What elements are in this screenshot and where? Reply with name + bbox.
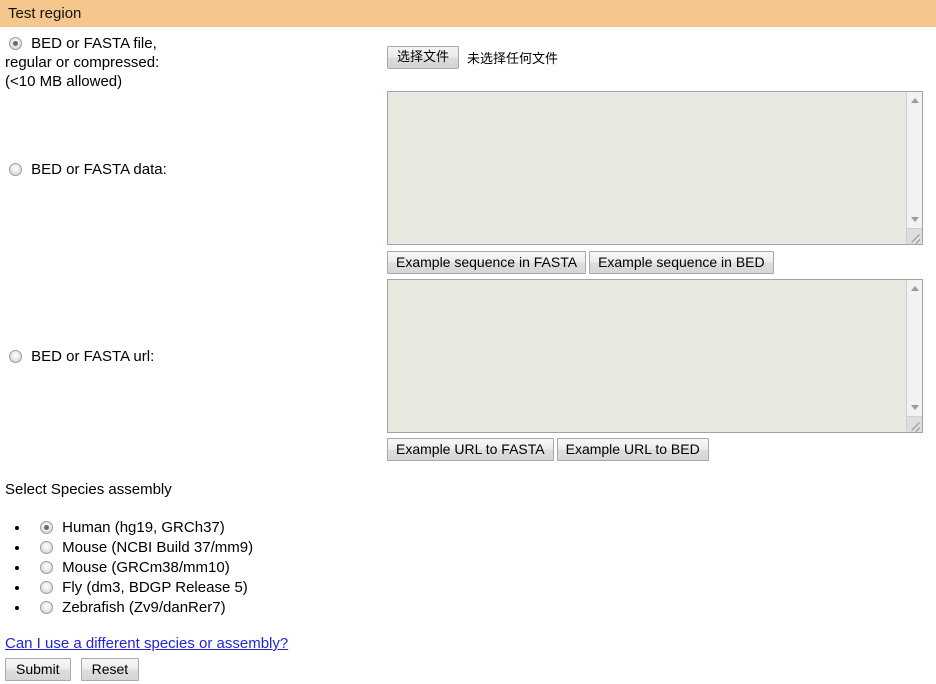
radio-input-mouse-mm9[interactable] <box>40 541 53 554</box>
option-file-label-line-2: regular or compressed: <box>5 54 160 71</box>
species-label-fly: Fly (dm3, BDGP Release 5) <box>62 579 248 596</box>
option-url-label-group: BED or FASTA url: <box>5 347 375 366</box>
list-item[interactable]: Human (hg19, GRCh37) <box>30 518 253 538</box>
option-file-label-line-3: (<10 MB allowed) <box>5 73 123 90</box>
file-upload-row: 选择文件 未选择任何文件 <box>387 46 558 69</box>
radio-input-file[interactable] <box>9 37 22 50</box>
url-example-buttons: Example URL to FASTA Example URL to BED <box>387 438 712 461</box>
radio-input-fly[interactable] <box>40 581 53 594</box>
species-option-zebrafish[interactable]: Zebrafish (Zv9/danRer7) <box>36 599 226 616</box>
data-textarea-scrollbar[interactable] <box>906 92 922 228</box>
different-species-help-link[interactable]: Can I use a different species or assembl… <box>5 635 288 652</box>
option-file-label-line-1: BED or FASTA file, <box>31 35 157 52</box>
species-label-zebrafish: Zebrafish (Zv9/danRer7) <box>62 599 226 616</box>
species-option-fly[interactable]: Fly (dm3, BDGP Release 5) <box>36 579 248 596</box>
radio-option-data[interactable]: BED or FASTA data: <box>5 161 167 178</box>
example-sequence-bed-button[interactable]: Example sequence in BED <box>589 251 774 274</box>
option-url-label: BED or FASTA url: <box>31 348 155 365</box>
example-sequence-fasta-button[interactable]: Example sequence in FASTA <box>387 251 587 274</box>
choose-file-button[interactable]: 选择文件 <box>387 46 460 69</box>
list-item[interactable]: Mouse (NCBI Build 37/mm9) <box>30 538 253 558</box>
species-label-mouse-mm10: Mouse (GRCm38/mm10) <box>62 559 230 576</box>
option-data-label: BED or FASTA data: <box>31 161 167 178</box>
species-option-mouse-mm10[interactable]: Mouse (GRCm38/mm10) <box>36 559 230 576</box>
file-status-text: 未选择任何文件 <box>467 51 559 66</box>
species-label-human: Human (hg19, GRCh37) <box>62 519 225 536</box>
radio-input-mouse-mm10[interactable] <box>40 561 53 574</box>
radio-option-url[interactable]: BED or FASTA url: <box>5 348 154 365</box>
submit-button[interactable]: Submit <box>5 658 71 681</box>
example-url-bed-button[interactable]: Example URL to BED <box>556 438 709 461</box>
page-title: Test region <box>8 5 82 22</box>
option-data-label-group: BED or FASTA data: <box>5 160 375 179</box>
scroll-down-arrow-icon[interactable] <box>907 212 922 227</box>
url-textarea-scrollbar[interactable] <box>906 280 922 416</box>
data-textarea-inner <box>388 92 906 244</box>
scroll-down-arrow-icon[interactable] <box>907 400 922 415</box>
url-textarea-inner <box>388 280 906 432</box>
scroll-up-arrow-icon[interactable] <box>907 93 922 108</box>
url-textarea-resize-handle[interactable] <box>906 416 922 432</box>
example-url-fasta-button[interactable]: Example URL to FASTA <box>387 438 554 461</box>
species-option-mouse-mm9[interactable]: Mouse (NCBI Build 37/mm9) <box>36 539 253 556</box>
radio-input-url[interactable] <box>9 350 22 363</box>
data-example-buttons: Example sequence in FASTA Example sequen… <box>387 251 777 274</box>
data-textarea[interactable] <box>388 92 906 244</box>
species-assembly-heading: Select Species assembly <box>5 481 172 498</box>
data-textarea-resize-handle[interactable] <box>906 228 922 244</box>
radio-option-file[interactable]: BED or FASTA file, <box>5 35 157 52</box>
list-item[interactable]: Zebrafish (Zv9/danRer7) <box>30 598 253 618</box>
form-action-row: Submit Reset <box>5 658 149 681</box>
reset-button[interactable]: Reset <box>80 658 140 681</box>
option-file-label-group: BED or FASTA file, regular or compressed… <box>5 34 375 91</box>
species-label-mouse-mm9: Mouse (NCBI Build 37/mm9) <box>62 539 254 556</box>
list-item[interactable]: Mouse (GRCm38/mm10) <box>30 558 253 578</box>
list-item[interactable]: Fly (dm3, BDGP Release 5) <box>30 578 253 598</box>
radio-input-data[interactable] <box>9 163 22 176</box>
url-textarea-wrapper <box>387 279 923 433</box>
radio-input-human[interactable] <box>40 521 53 534</box>
scroll-up-arrow-icon[interactable] <box>907 281 922 296</box>
data-textarea-wrapper <box>387 91 923 245</box>
test-region-header: Test region <box>0 0 936 27</box>
url-textarea[interactable] <box>388 280 906 432</box>
species-option-human[interactable]: Human (hg19, GRCh37) <box>36 519 225 536</box>
radio-input-zebrafish[interactable] <box>40 601 53 614</box>
species-assembly-list: Human (hg19, GRCh37) Mouse (NCBI Build 3… <box>0 518 253 618</box>
